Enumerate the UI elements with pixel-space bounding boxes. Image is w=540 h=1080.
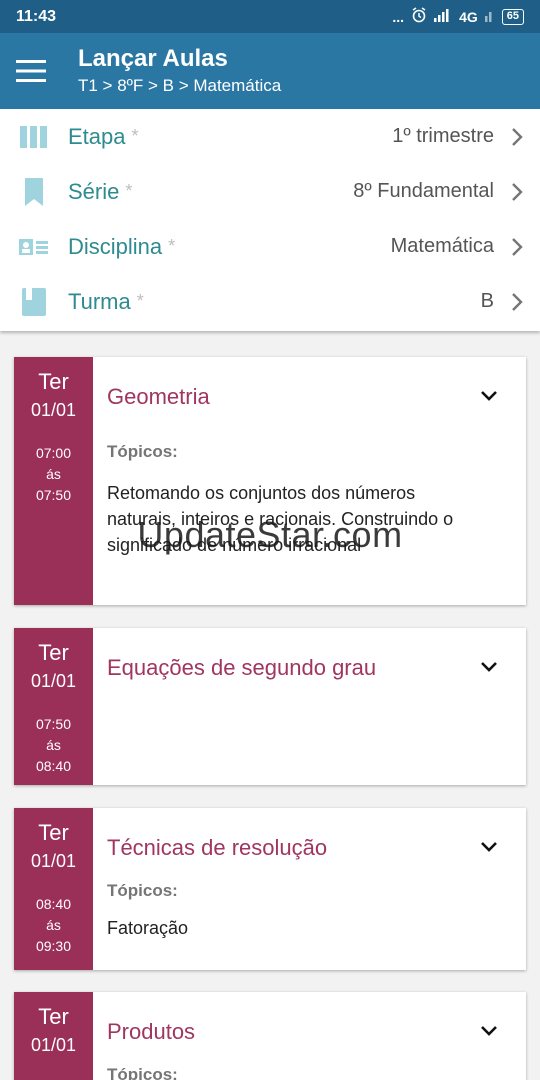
chevron-right-icon <box>508 180 526 204</box>
lesson-title: Equações de segundo grau <box>107 655 377 680</box>
lesson-date-panel: Ter 01/01 07:00 ás 07:50 <box>14 357 93 605</box>
columns-icon <box>18 121 50 153</box>
lesson-start-time: 07:50 <box>35 716 72 732</box>
filter-disciplina[interactable]: Disciplina * Matemática <box>0 219 540 274</box>
page-title: Lançar Aulas <box>78 45 228 72</box>
book-icon <box>18 286 50 318</box>
lesson-date: 01/01 <box>30 851 77 871</box>
lesson-card[interactable]: Ter 01/01 07:50 ás 08:40 Equações de seg… <box>14 628 526 785</box>
filter-label: Série <box>68 178 120 204</box>
lesson-time-separator: ás <box>46 737 61 753</box>
topics-label: Tópicos: <box>107 442 178 461</box>
lesson-day: Ter <box>38 369 69 394</box>
lesson-title: Geometria <box>107 384 210 409</box>
lesson-start-time: 08:40 <box>35 896 72 912</box>
chevron-down-icon[interactable] <box>478 385 500 407</box>
topics-text: Fatoração <box>107 918 189 938</box>
lesson-content: Produtos Tópicos: <box>93 992 526 1080</box>
lesson-time-separator: ás <box>46 466 61 482</box>
filter-value: 1º trimestre <box>392 125 494 147</box>
lesson-content: Equações de segundo grau <box>93 628 526 785</box>
alarm-icon <box>411 7 427 26</box>
required-mark: * <box>136 291 144 311</box>
status-time: 11:43 <box>16 7 57 25</box>
lesson-content: Geometria Tópicos: Retomando os conjunto… <box>93 357 526 605</box>
breadcrumb: T1 > 8ºF > B > Matemática <box>78 76 282 95</box>
required-mark: * <box>131 126 139 146</box>
chevron-down-icon[interactable] <box>478 656 500 678</box>
lesson-content: Técnicas de resolução Tópicos: Fatoração <box>93 808 526 970</box>
battery-icon: 65 <box>501 8 524 25</box>
lesson-date-panel: Ter 01/01 07:50 ás 08:40 <box>14 628 93 785</box>
filter-label: Turma <box>68 288 131 314</box>
signal-2-icon <box>484 8 495 25</box>
lesson-date: 01/01 <box>30 400 77 420</box>
lesson-day: Ter <box>38 1004 69 1029</box>
bookmark-icon <box>18 176 50 208</box>
filter-label: Disciplina <box>68 233 163 259</box>
status-icons: ... 4G 65 <box>392 7 524 26</box>
lesson-end-time: 08:40 <box>35 758 72 774</box>
lesson-day: Ter <box>38 640 69 665</box>
topics-label: Tópicos: <box>107 1065 178 1080</box>
filter-value: 8º Fundamental <box>353 180 494 202</box>
lesson-date: 01/01 <box>30 1035 77 1055</box>
hamburger-icon <box>16 60 46 82</box>
filter-panel: Etapa * 1º trimestre Série * 8º Fundamen… <box>0 109 540 331</box>
filter-label: Etapa <box>68 123 126 149</box>
lesson-card[interactable]: Ter 01/01 Produtos Tópicos: <box>14 992 526 1080</box>
lesson-end-time: 07:50 <box>35 487 72 503</box>
chevron-right-icon <box>508 235 526 259</box>
lesson-day: Ter <box>38 820 69 845</box>
chevron-right-icon <box>508 290 526 314</box>
signal-icon <box>434 8 452 25</box>
filter-etapa[interactable]: Etapa * 1º trimestre <box>0 109 540 164</box>
app-bar-titles: Lançar Aulas T1 > 8ºF > B > Matemática <box>78 44 281 98</box>
chevron-down-icon[interactable] <box>478 836 500 858</box>
notification-dots: ... <box>392 8 405 25</box>
filter-turma[interactable]: Turma * B <box>0 274 540 329</box>
lesson-title: Produtos <box>107 1019 196 1044</box>
lesson-end-time: 09:30 <box>35 938 72 954</box>
lesson-date: 01/01 <box>30 671 77 691</box>
id-card-icon <box>18 231 50 263</box>
filter-value: B <box>480 290 494 312</box>
watermark: UpdateStar.com <box>137 514 403 555</box>
lesson-card[interactable]: Ter 01/01 07:00 ás 07:50 Geometria Tópic… <box>14 357 526 605</box>
lesson-time-separator: ás <box>46 917 61 933</box>
chevron-down-icon[interactable] <box>478 1020 500 1042</box>
lesson-title: Técnicas de resolução <box>107 835 328 860</box>
required-mark: * <box>168 236 176 256</box>
lesson-start-time: 07:00 <box>35 445 72 461</box>
lesson-card[interactable]: Ter 01/01 08:40 ás 09:30 Técnicas de res… <box>14 808 526 970</box>
required-mark: * <box>125 181 133 201</box>
lesson-date-panel: Ter 01/01 <box>14 992 93 1080</box>
network-type: 4G <box>459 8 478 25</box>
filter-serie[interactable]: Série * 8º Fundamental <box>0 164 540 219</box>
app-bar: Lançar Aulas T1 > 8ºF > B > Matemática <box>0 33 540 109</box>
status-bar: 11:43 ... 4G 65 <box>0 0 540 33</box>
chevron-right-icon <box>508 125 526 149</box>
menu-button[interactable] <box>0 33 62 109</box>
filter-value: Matemática <box>390 235 494 257</box>
lesson-date-panel: Ter 01/01 08:40 ás 09:30 <box>14 808 93 970</box>
topics-label: Tópicos: <box>107 881 178 900</box>
